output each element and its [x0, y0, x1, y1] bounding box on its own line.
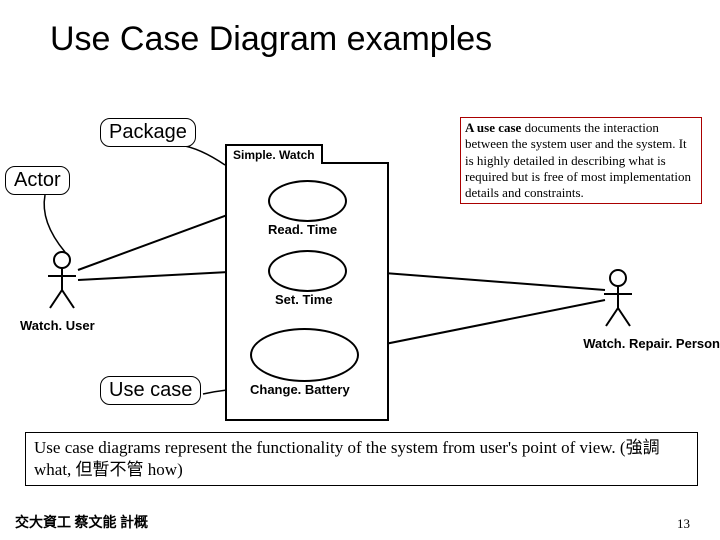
usecase-change-battery: [250, 328, 359, 382]
usecase-set-time-label: Set. Time: [275, 292, 333, 307]
usecase-read-time: [268, 180, 347, 222]
actor-watch-repair-label: Watch. Repair. Person: [520, 336, 720, 351]
usecase-change-battery-label: Change. Battery: [250, 382, 350, 397]
actor-watch-user: [42, 250, 82, 315]
package-tab: Simple. Watch: [225, 144, 323, 164]
definition-box: A use case documents the interaction bet…: [460, 117, 702, 204]
actor-watch-user-label: Watch. User: [20, 318, 95, 333]
summary-box: Use case diagrams represent the function…: [25, 432, 698, 486]
package-callout: Package: [100, 118, 196, 147]
footer-author: 交大資工 蔡文能 計概: [15, 512, 148, 532]
slide-title: Use Case Diagram examples: [50, 20, 492, 59]
page-number: 13: [677, 516, 690, 532]
usecase-set-time: [268, 250, 347, 292]
usecase-callout: Use case: [100, 376, 201, 405]
actor-callout: Actor: [5, 166, 70, 195]
definition-lead: A use case: [465, 120, 521, 135]
usecase-read-time-label: Read. Time: [268, 222, 337, 237]
actor-watch-repair: [598, 268, 638, 333]
